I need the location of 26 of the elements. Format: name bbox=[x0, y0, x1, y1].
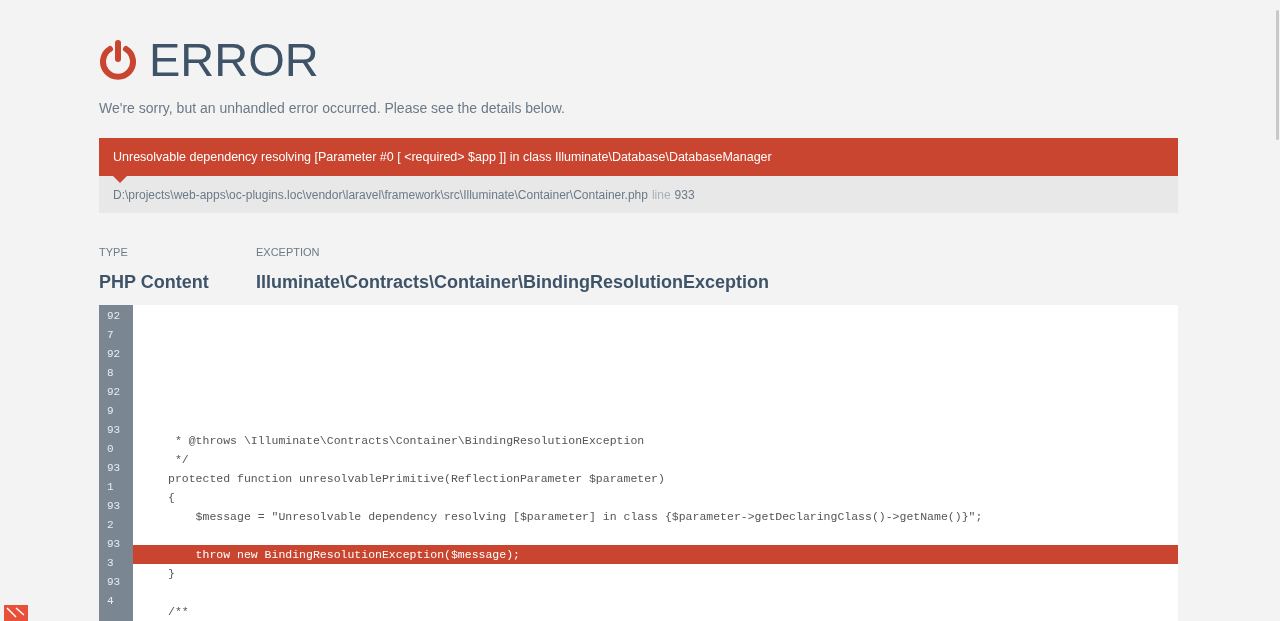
error-subtitle: We're sorry, but an unhandled error occurred. Please see the details below. bbox=[99, 99, 566, 118]
gutter-line-number: 933 bbox=[107, 536, 122, 571]
code-line: */ bbox=[173, 451, 190, 468]
detail-value: Illuminate\Contracts\Container\BindingResolutionException bbox=[256, 270, 770, 294]
gutter-line-number: 929 bbox=[107, 384, 122, 419]
line-number: 933 bbox=[674, 186, 695, 204]
power-icon bbox=[99, 39, 137, 80]
line-label: line bbox=[651, 186, 671, 204]
gutter-line-number: 934 bbox=[107, 574, 122, 609]
code-line: * @throws \Illuminate\Contracts\Container\BindingResolutionException bbox=[173, 432, 646, 449]
page-title: ERROR bbox=[149, 36, 319, 83]
code-line: protected function unresolvablePrimitive(ReflectionParameter $parameter) bbox=[167, 470, 666, 487]
gutter-line-number: 931 bbox=[107, 460, 122, 495]
detail-value: PHP Content bbox=[99, 270, 210, 294]
gutter-line-number: 928 bbox=[107, 346, 122, 381]
file-path: D:\projects\web-apps\oc-plugins.loc\vendor\laravel\framework\src\Illuminate\Container\Container.php bbox=[113, 186, 648, 204]
code-line: $message = "Unresolvable dependency resolving [$parameter] in class {$parameter->getDeclaringClass()->getName()}"; bbox=[194, 508, 984, 525]
code-line: /** bbox=[167, 603, 190, 620]
detail-label: EXCEPTION bbox=[256, 245, 321, 260]
code-line: } bbox=[167, 565, 176, 582]
gutter-line-number: 927 bbox=[107, 308, 122, 343]
detail-label: TYPE bbox=[99, 245, 129, 260]
pointer-icon bbox=[113, 176, 127, 183]
code-line: { bbox=[167, 489, 176, 506]
gutter-line-number: 932 bbox=[107, 498, 122, 533]
gutter-line-number: 930 bbox=[107, 422, 122, 457]
